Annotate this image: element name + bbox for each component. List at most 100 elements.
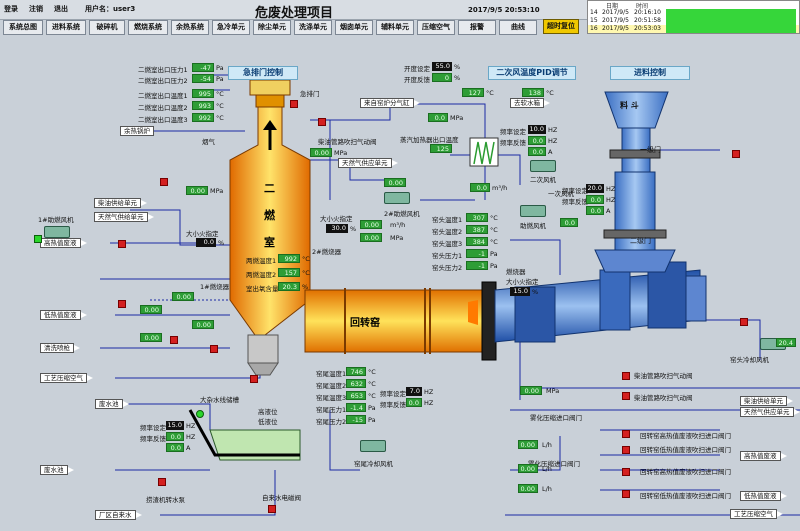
sec-freq-set[interactable]: 10.0 [528,125,546,134]
sc-unit: °C [216,114,224,122]
clean-gun-tag: 清洗喷枪 [40,343,80,353]
secondary-fan-icon[interactable] [530,160,556,172]
right-unit: L/h [542,441,552,449]
door1-label: 一级门 [640,146,661,154]
valve[interactable] [622,468,630,476]
valve[interactable] [740,318,748,326]
backflow1-label: 回转窑高热值废液吹扫进口阀门 [640,432,731,440]
burner-fan-icon[interactable] [520,205,546,217]
valve[interactable] [160,178,168,186]
inner-value: 992 [278,254,300,263]
kiln-head-value: -1 [466,249,488,258]
kiln-burner-label: 燃烧器 [506,268,526,276]
chamber-char: 室 [264,236,275,249]
fan-1-status [34,235,42,243]
sec-freq-fb: 0.0 [528,136,546,145]
valve[interactable] [732,150,740,158]
low-liquid-tag: 低热值废液 [40,310,86,320]
valve[interactable] [622,490,630,498]
diesel-supply-tag: 柴油供给单元 [94,198,147,208]
valve[interactable] [268,505,276,513]
left-flow: 0.00 [192,320,214,329]
bottom-freq-set[interactable]: 15.0 [166,421,184,430]
gas-supply-2-tag: 天然气供应单元 [338,158,397,168]
valve[interactable] [210,345,218,353]
left-unit: MPa [210,187,224,195]
air-tag: 工艺压缩空气 [40,373,93,383]
left-flow: 0.00 [186,186,208,195]
emergency-door-valve[interactable] [290,100,298,108]
section-emergency: 急排门控制 [228,66,298,80]
kiln-rot-set[interactable]: 7.0 [406,387,422,396]
kiln-tail-label: 窑尾压力1 [316,406,347,414]
valve[interactable] [622,446,630,454]
feed-flow: 0.0 [560,218,578,227]
tail-fan-icon[interactable] [360,440,386,452]
valve[interactable] [158,478,166,486]
sc-unit: Pa [216,64,224,72]
backflow4-label: 回转窑低热值废液吹扫进口阀门 [640,492,731,500]
burner2-size[interactable]: 30.0 [326,224,348,233]
right-unit: L/h [542,485,552,493]
kiln-size-label: 大小火指定 [506,278,539,286]
kiln-head-value: -1 [466,261,488,270]
heater-temp: 125 [430,144,452,153]
right-low-tag: 低热值废液 [740,491,786,501]
burner2-label: 2#燃烧器 [312,248,342,256]
right-value: 0.00 [518,484,538,493]
valve[interactable] [250,375,258,383]
burner-fan-label: 助燃风机 [520,222,546,230]
valve[interactable] [118,300,126,308]
kiln-size[interactable]: 15.0 [510,287,530,296]
feed-freq-fb-label: 频率反馈 [562,198,588,206]
pid-open-set[interactable]: 55.0 [432,62,452,71]
right-unit: L/h [542,465,552,473]
valve[interactable] [622,372,630,380]
valve[interactable] [118,240,126,248]
sc-label: 二燃室出口温度2 [138,104,188,112]
scraper-label: 捞渣机转水泵 [146,496,185,504]
kiln-head-unit: Pa [490,250,498,258]
kiln-head-unit: °C [490,226,498,234]
feed-freq-set[interactable]: 20.0 [586,184,604,193]
valve[interactable] [170,336,178,344]
inner-label: 两燃温度2 [246,271,277,279]
burner2-fan-icon[interactable] [384,192,410,204]
bottom-amp: 0.0 [166,443,184,452]
kiln-label: 回转窑 [350,318,380,329]
feed-hz: HZ [606,196,616,204]
kiln-head-unit: Pa [490,262,498,270]
kiln-rot-fb-label: 频率反馈 [380,401,406,409]
kiln-rot-set-label: 频率设定 [380,390,406,398]
right-value: 0.00 [518,464,538,473]
boiler-tag: 余热锅炉 [120,126,154,136]
valve[interactable] [318,118,326,126]
right-purge2-label: 柴油管路吹扫气动阀 [634,394,693,402]
kiln-hz: HZ [424,399,434,407]
pid-pressure-unit: MPa [450,114,464,122]
m3h-value: 0.0 [470,183,490,192]
burner-size-value[interactable]: 0.0 [196,238,216,247]
bottom-freq-fb-label: 频率反馈 [140,435,166,443]
burner-1-label: 1#燃烧器 [200,283,230,291]
bottom-freq-fb: 0.0 [166,432,184,441]
valve[interactable] [622,392,630,400]
sc-label: 二燃室出口温度3 [138,116,188,124]
burner-size-label: 大小火指定 [186,230,219,238]
pid-temp: 127 [462,88,484,97]
kiln-head-fan-label: 窑头冷却风机 [730,356,769,364]
kiln-rot-fb: 0.0 [406,398,422,407]
sc-unit: °C [216,102,224,110]
burner2-flow2: 0.00 [360,220,382,229]
feed-amp: 0.0 [586,206,604,215]
atomize-label: 雾化压缩进口阀门 [530,414,582,422]
valve[interactable] [622,430,630,438]
sump2-tag: 废水池 [40,465,73,475]
bottom-freq-set-label: 频率设定 [140,424,166,432]
pid-unit: % [454,63,461,71]
fan-1-icon[interactable] [44,226,70,238]
right-gas-tag: 天然气供应单元 [740,407,799,417]
kiln-tail-value: 653 [346,391,366,400]
inner-value: 157 [278,268,300,277]
kiln-tail-unit: °C [368,392,376,400]
